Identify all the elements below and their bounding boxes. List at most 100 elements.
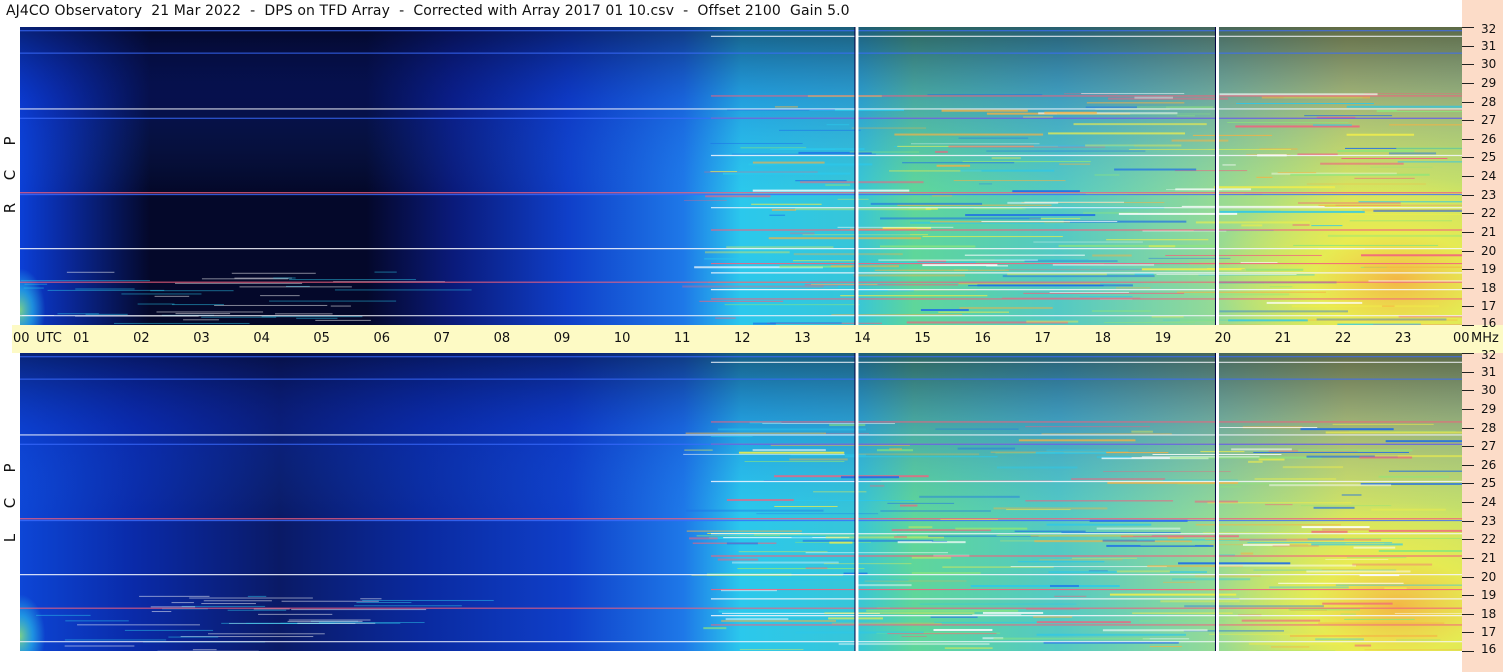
signal-streak [1352, 563, 1433, 566]
signal-streak [214, 304, 328, 306]
mhz-tick-mark [1462, 390, 1474, 392]
signal-streak [752, 449, 826, 452]
signal-streak [927, 94, 1043, 96]
signal-streak [1104, 322, 1196, 324]
signal-streak [1361, 254, 1462, 257]
signal-streak [889, 448, 902, 451]
signal-streak [870, 202, 983, 205]
signal-streak [171, 602, 194, 604]
signal-streak [778, 129, 861, 131]
signal-streak [156, 311, 264, 313]
rcp-mhz-tick: 28 [1481, 94, 1497, 109]
signal-streak [1396, 147, 1462, 150]
rcp-mhz-tick: 17 [1481, 299, 1497, 314]
signal-streak [189, 597, 313, 599]
signal-streak [726, 499, 794, 502]
signal-streak [1293, 244, 1439, 246]
lcp-mhz-tick: 26 [1481, 457, 1497, 472]
signal-streak [1018, 439, 1136, 442]
signal-streak [65, 620, 129, 622]
signal-streak [1241, 619, 1321, 622]
signal-streak [1079, 296, 1133, 298]
signal-streak [330, 305, 351, 307]
signal-streak [689, 537, 718, 540]
signal-streak [1231, 448, 1292, 451]
signal-streak [1049, 291, 1129, 293]
spectrogram-figure: AJ4CO Observatory 21 Mar 2022 - DPS on T… [0, 0, 1503, 672]
signal-streak [931, 540, 948, 542]
signal-streak [920, 309, 969, 312]
signal-streak [1315, 638, 1364, 641]
signal-streak [1313, 506, 1355, 509]
mhz-tick-mark [1462, 595, 1474, 597]
signal-streak [24, 283, 48, 285]
signal-streak [1007, 273, 1107, 276]
signal-streak [1175, 188, 1252, 191]
signal-streak [1335, 204, 1462, 206]
lcp-mhz-tick: 24 [1481, 495, 1497, 509]
signal-streak [683, 453, 845, 455]
signal-streak [838, 643, 990, 646]
signal-streak [1304, 115, 1393, 117]
signal-streak [737, 568, 865, 570]
signal-streak [703, 627, 727, 630]
mhz-tick-mark [1462, 231, 1474, 233]
signal-streak [751, 203, 822, 205]
signal-streak [1272, 545, 1319, 547]
bottom-panel-label-c: C [1, 497, 19, 509]
signal-streak [686, 530, 802, 532]
lcp-mhz-tick: 30 [1481, 383, 1497, 398]
signal-streak [1163, 581, 1196, 583]
signal-streak [1189, 293, 1290, 296]
signal-streak [1002, 275, 1155, 278]
signal-streak [823, 285, 841, 288]
utc-tick-label: 16 [974, 331, 991, 346]
lcp-mhz-tick: 21 [1481, 550, 1497, 565]
rcp-mhz-tick: 16 [1481, 316, 1497, 330]
signal-streak [829, 424, 866, 427]
signal-streak [1092, 310, 1151, 312]
signal-streak [1172, 578, 1251, 581]
signal-streak [1010, 566, 1167, 568]
signal-streak [840, 476, 899, 479]
signal-streak [811, 283, 878, 285]
signal-streak [1149, 646, 1182, 648]
signal-streak [1353, 546, 1396, 549]
mhz-tick-mark [1462, 27, 1474, 28]
signal-streak [1184, 605, 1324, 608]
signal-streak [771, 208, 796, 211]
signal-streak [1176, 115, 1195, 117]
signal-streak [121, 293, 202, 295]
signal-streak [911, 556, 952, 559]
signal-streak [1311, 530, 1348, 533]
signal-streak [1337, 149, 1415, 152]
lcp-mhz-tick: 25 [1481, 476, 1497, 491]
signal-streak [1136, 106, 1214, 109]
signal-streak [1247, 542, 1393, 544]
lcp-mhz-tick: 22 [1481, 532, 1497, 547]
utc-tick-label: 08 [493, 331, 511, 346]
signal-streak [1311, 225, 1343, 227]
lcp-spectrogram [20, 353, 1462, 651]
signal-streak [113, 322, 250, 324]
utc-tick-label: 13 [794, 331, 811, 346]
signal-streak [1332, 423, 1434, 425]
mhz-tick-mark [1462, 502, 1474, 503]
rcp-spectrogram [20, 27, 1462, 325]
signal-streak [75, 288, 135, 290]
signal-streak [958, 283, 1101, 285]
signal-streak [1292, 223, 1310, 226]
signal-streak [710, 170, 738, 172]
signal-streak [1269, 286, 1293, 288]
signal-streak [744, 461, 845, 463]
signal-streak [770, 322, 842, 324]
signal-streak [275, 313, 333, 315]
signal-streak [1364, 649, 1462, 651]
signal-streak [795, 208, 932, 211]
signal-streak [922, 264, 998, 267]
signal-streak [1209, 633, 1361, 635]
signal-streak [260, 295, 300, 297]
signal-streak [824, 612, 975, 615]
signal-streak [1289, 634, 1438, 637]
utc-tick-label: 05 [313, 331, 330, 346]
